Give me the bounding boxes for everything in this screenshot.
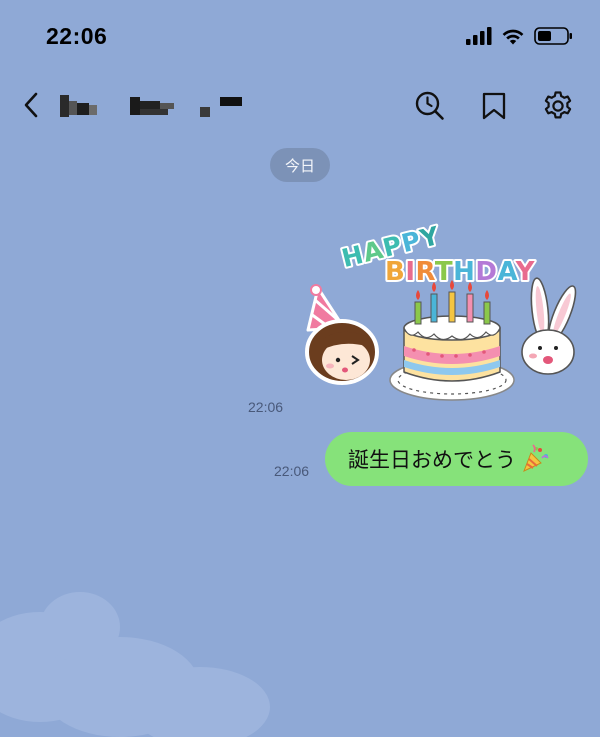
bookmark-button[interactable]	[476, 90, 512, 126]
bookmark-icon	[481, 91, 507, 126]
status-icons	[466, 26, 574, 50]
cellular-signal-icon	[466, 26, 492, 50]
message-bubble-outgoing[interactable]: 誕生日おめでとう	[325, 432, 588, 486]
back-button[interactable]	[14, 90, 48, 124]
date-divider: 今日	[270, 148, 330, 182]
status-bar: 22:06	[0, 0, 600, 72]
status-time: 22:06	[46, 23, 108, 49]
search-icon	[414, 90, 446, 127]
birthday-sticker[interactable]: HAPPY BIRTHDAY	[300, 200, 590, 415]
chat-title-obscured	[56, 93, 246, 121]
settings-button[interactable]	[540, 90, 576, 126]
chat-header	[0, 80, 600, 136]
svg-text:BIRTHDAY: BIRTHDAY	[385, 257, 536, 287]
gear-icon	[542, 90, 574, 127]
chevron-left-icon	[23, 92, 39, 123]
background-cloud	[0, 592, 270, 737]
party-popper-icon	[520, 444, 550, 474]
wifi-icon	[501, 27, 525, 50]
search-button[interactable]	[412, 90, 448, 126]
battery-icon	[534, 26, 574, 51]
header-actions	[412, 90, 576, 126]
message-text: 誕生日おめでとう	[348, 449, 516, 472]
sticker-timestamp: 22:06	[248, 399, 284, 415]
message-timestamp: 22:06	[274, 463, 310, 479]
